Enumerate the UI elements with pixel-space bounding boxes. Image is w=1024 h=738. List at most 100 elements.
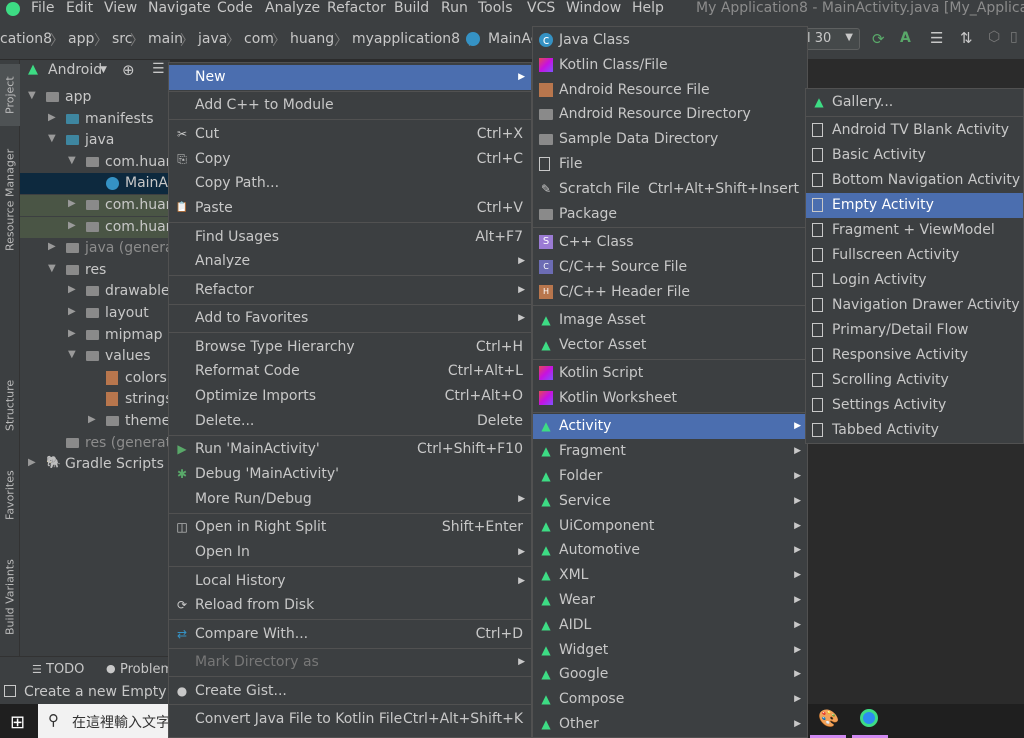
menu-item-refactor[interactable]: Refactor ▶ <box>169 278 531 303</box>
menu-item-uicomponent[interactable]: ▲ UiComponent ▶ <box>533 514 807 539</box>
build-variants-tab[interactable]: Build Variants <box>0 550 20 645</box>
taskbar-app-paint[interactable]: 🎨 <box>810 704 846 738</box>
menu-item-java-class[interactable]: c Java Class <box>533 28 807 53</box>
chevron-right-icon[interactable]: ▶ <box>68 284 76 295</box>
menu-item-c-c-header-file[interactable]: H C/C++ Header File <box>533 280 807 305</box>
menu-item-reformat-code[interactable]: Reformat Code Ctrl+Alt+L <box>169 359 531 384</box>
tree-item[interactable]: ▼ java <box>20 130 170 151</box>
menu-item-add-c-to-module[interactable]: Add C++ to Module <box>169 93 531 118</box>
todo-tab[interactable]: TODO <box>46 662 84 677</box>
menu-code[interactable]: Code <box>217 0 253 18</box>
menu-item-gallery[interactable]: ▲ Gallery... <box>806 90 1023 115</box>
tree-item[interactable]: ▼ values <box>20 346 170 367</box>
windows-start-icon[interactable]: ⊞ <box>10 712 25 733</box>
menu-item-cut[interactable]: ✂ Cut Ctrl+X <box>169 122 531 147</box>
menu-item-responsive-activity[interactable]: Responsive Activity <box>806 343 1023 368</box>
menu-item-copy-path[interactable]: Copy Path... <box>169 171 531 196</box>
breadcrumb-mainac[interactable]: MainAc <box>488 31 538 47</box>
menu-help[interactable]: Help <box>632 0 664 18</box>
chevron-right-icon[interactable]: ▶ <box>48 241 56 252</box>
menu-item-c-c-source-file[interactable]: C C/C++ Source File <box>533 255 807 280</box>
menu-item-create-gist[interactable]: ● Create Gist... <box>169 679 531 704</box>
breadcrumb-myapplication8[interactable]: myapplication8 <box>352 31 460 47</box>
menu-item-service[interactable]: ▲ Service ▶ <box>533 489 807 514</box>
breadcrumb-com[interactable]: com <box>244 31 274 47</box>
menu-item-open-in[interactable]: Open In ▶ <box>169 540 531 565</box>
menu-item-sample-data-directory[interactable]: Sample Data Directory <box>533 127 807 152</box>
breadcrumb-main[interactable]: main <box>148 31 183 47</box>
breadcrumb-java[interactable]: java <box>198 31 227 47</box>
menu-edit[interactable]: Edit <box>66 0 93 18</box>
collapse-icon[interactable]: ☰ <box>152 61 165 77</box>
menu-item-automotive[interactable]: ▲ Automotive ▶ <box>533 538 807 563</box>
tree-item[interactable]: res (generate <box>20 433 170 454</box>
menu-item-kotlin-worksheet[interactable]: Kotlin Worksheet <box>533 386 807 411</box>
menu-item-navigation-drawer-activity[interactable]: Navigation Drawer Activity <box>806 293 1023 318</box>
menu-item-convert-java-file-to-kotlin-file[interactable]: Convert Java File to Kotlin File Ctrl+Alt… <box>169 707 531 732</box>
menu-item-debug-mainactivity[interactable]: ✱ Debug 'MainActivity' <box>169 462 531 487</box>
menu-item-browse-type-hierarchy[interactable]: Browse Type Hierarchy Ctrl+H <box>169 335 531 360</box>
menu-window[interactable]: Window <box>566 0 621 18</box>
menu-item-android-tv-blank-activity[interactable]: Android TV Blank Activity <box>806 118 1023 143</box>
menu-refactor[interactable]: Refactor <box>327 0 386 18</box>
chevron-right-icon[interactable]: ▶ <box>68 306 76 317</box>
tree-item[interactable]: ▶ com.huar <box>20 216 170 238</box>
menu-item-compose[interactable]: ▲ Compose ▶ <box>533 687 807 712</box>
tree-item[interactable]: ▶ layout <box>20 303 170 324</box>
chevron-right-icon[interactable]: ▶ <box>68 198 76 209</box>
chevron-down-icon[interactable]: ▼ <box>28 90 36 101</box>
menu-item-google[interactable]: ▲ Google ▶ <box>533 662 807 687</box>
menu-item-run-mainactivity[interactable]: ▶ Run 'MainActivity' Ctrl+Shift+F10 <box>169 437 531 462</box>
menu-item-new[interactable]: New ▶ <box>169 65 531 90</box>
menu-item-android-resource-directory[interactable]: Android Resource Directory <box>533 102 807 127</box>
menu-item-more-run-debug[interactable]: More Run/Debug ▶ <box>169 487 531 512</box>
project-tab[interactable]: Project <box>0 64 20 126</box>
chevron-down-icon[interactable]: ▼ <box>68 349 76 360</box>
menu-item-tabbed-activity[interactable]: Tabbed Activity <box>806 418 1023 443</box>
menu-item-add-to-favorites[interactable]: Add to Favorites ▶ <box>169 306 531 331</box>
breadcrumb-cation8[interactable]: cation8 <box>0 31 52 47</box>
menu-item-fragment-viewmodel[interactable]: Fragment + ViewModel <box>806 218 1023 243</box>
menu-item-open-in-right-split[interactable]: ◫ Open in Right Split Shift+Enter <box>169 515 531 540</box>
menu-item-c-class[interactable]: S C++ Class <box>533 230 807 255</box>
menu-file[interactable]: File <box>31 0 54 18</box>
menu-item-paste[interactable]: 📋 Paste Ctrl+V <box>169 196 531 221</box>
menu-item-optimize-imports[interactable]: Optimize Imports Ctrl+Alt+O <box>169 384 531 409</box>
chevron-right-icon[interactable]: ▶ <box>68 328 76 339</box>
menu-item-analyze[interactable]: Analyze ▶ <box>169 249 531 274</box>
chevron-down-icon[interactable]: ▼ <box>48 133 56 144</box>
menu-item-bottom-navigation-activity[interactable]: Bottom Navigation Activity <box>806 168 1023 193</box>
menu-item-primary-detail-flow[interactable]: Primary/Detail Flow <box>806 318 1023 343</box>
menu-item-aidl[interactable]: ▲ AIDL ▶ <box>533 613 807 638</box>
tree-item[interactable]: ▼ app <box>20 87 170 108</box>
tree-item[interactable]: colors. <box>20 368 170 389</box>
breadcrumb-huang[interactable]: huang <box>290 31 334 47</box>
menu-item-find-usages[interactable]: Find Usages Alt+F7 <box>169 225 531 250</box>
tree-item[interactable]: MainA <box>20 173 170 195</box>
tree-item[interactable]: ▼ com.huar <box>20 152 170 173</box>
menu-item-xml[interactable]: ▲ XML ▶ <box>533 563 807 588</box>
menu-item-other[interactable]: ▲ Other ▶ <box>533 712 807 737</box>
tree-item[interactable]: ▶ 🐘 Gradle Scripts <box>20 454 170 475</box>
menu-item-compare-with[interactable]: ⇄ Compare With... Ctrl+D <box>169 622 531 647</box>
menu-navigate[interactable]: Navigate <box>148 0 211 18</box>
crosshair-icon[interactable]: ⊕ <box>122 61 135 79</box>
menu-analyze[interactable]: Analyze <box>265 0 320 18</box>
menu-item-basic-activity[interactable]: Basic Activity <box>806 143 1023 168</box>
menu-item-activity[interactable]: ▲ Activity ▶ <box>533 414 807 440</box>
menu-item-local-history[interactable]: Local History ▶ <box>169 569 531 594</box>
tree-item[interactable]: ▶ mipmap <box>20 325 170 346</box>
menu-item-reload-from-disk[interactable]: ⟳ Reload from Disk <box>169 593 531 618</box>
device-icon[interactable]: ▯ <box>1010 29 1018 45</box>
chevron-right-icon[interactable]: ▶ <box>68 220 76 231</box>
problems-tab[interactable]: Problem <box>120 662 173 677</box>
resource-manager-tab[interactable]: Resource Manager <box>0 140 20 260</box>
menu-item-scrolling-activity[interactable]: Scrolling Activity <box>806 368 1023 393</box>
chevron-right-icon[interactable]: ▶ <box>28 457 36 468</box>
menu-item-delete[interactable]: Delete... Delete <box>169 409 531 434</box>
chevron-right-icon[interactable]: ▶ <box>48 112 56 123</box>
chevron-down-icon[interactable]: ▼ <box>68 155 76 166</box>
breadcrumb-app[interactable]: app <box>68 31 94 47</box>
apply-code-changes-icon[interactable]: A <box>900 30 911 46</box>
menu-vcs[interactable]: VCS <box>527 0 555 18</box>
